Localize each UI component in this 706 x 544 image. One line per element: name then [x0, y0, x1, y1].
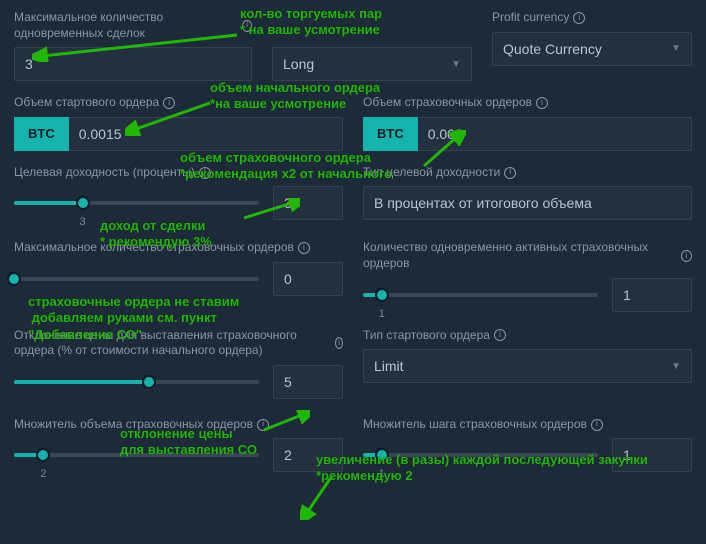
info-icon[interactable]: i — [573, 12, 585, 24]
info-icon[interactable]: i — [199, 167, 211, 179]
info-icon[interactable]: i — [257, 419, 269, 431]
volume-multiplier-input[interactable] — [273, 438, 343, 472]
chevron-down-icon: ▼ — [671, 361, 681, 372]
chevron-down-icon: ▼ — [671, 43, 681, 54]
target-profit-slider[interactable]: 3 — [14, 192, 259, 214]
step-multiplier-input[interactable] — [612, 438, 692, 472]
chevron-down-icon: ▼ — [451, 59, 461, 70]
slider-tick-label: 3 — [80, 216, 86, 228]
slider-tick-label: 2 — [40, 468, 46, 480]
currency-badge: BTC — [363, 117, 418, 151]
info-icon[interactable]: i — [298, 242, 310, 254]
volume-multiplier-slider[interactable]: 2 — [14, 444, 259, 466]
start-order-type-select[interactable]: Limit ▼ — [363, 349, 692, 383]
max-safety-slider[interactable] — [14, 268, 259, 290]
slider-tick-label: 1 — [379, 468, 385, 480]
direction-select[interactable]: Long ▼ — [272, 47, 472, 81]
max-deals-label: Максимальное количество одновременных сд… — [14, 10, 252, 41]
profit-currency-select[interactable]: Quote Currency ▼ — [492, 32, 692, 66]
info-icon[interactable]: i — [335, 337, 343, 349]
active-safety-input[interactable] — [612, 278, 692, 312]
target-profit-label: Целевая доходность (проценты) i — [14, 165, 343, 181]
currency-badge: BTC — [14, 117, 69, 151]
target-type-select[interactable]: В процентах от итогового объема — [363, 186, 692, 220]
deviation-input[interactable] — [273, 365, 343, 399]
target-type-label: Тип целевой доходности i — [363, 165, 692, 181]
profit-currency-label: Profit currency i — [492, 10, 692, 26]
start-volume-input[interactable] — [69, 117, 343, 151]
info-icon[interactable]: i — [536, 97, 548, 109]
start-volume-label: Объем стартового ордера i — [14, 95, 343, 111]
safety-volume-input[interactable] — [418, 117, 692, 151]
slider-tick-label: 1 — [379, 308, 385, 320]
deviation-slider[interactable] — [14, 371, 259, 393]
arrow-icon — [300, 472, 340, 520]
max-deals-input[interactable] — [14, 47, 252, 81]
active-safety-slider[interactable]: 1 — [363, 284, 598, 306]
safety-volume-label: Объем страховочных ордеров i — [363, 95, 692, 111]
max-safety-label: Максимальное количество страховочных орд… — [14, 240, 343, 256]
deviation-label: Отклонение цены для выставления страхово… — [14, 328, 343, 359]
step-multiplier-slider[interactable]: 1 — [363, 444, 598, 466]
active-safety-label: Количество одновременно активных страхов… — [363, 240, 692, 271]
target-profit-input[interactable] — [273, 186, 343, 220]
volume-multiplier-label: Множитель объема страховочных ордеров i — [14, 417, 343, 433]
info-icon[interactable]: i — [681, 250, 692, 262]
info-icon[interactable]: i — [494, 329, 506, 341]
info-icon[interactable]: i — [591, 419, 603, 431]
start-order-type-label: Тип стартового ордера i — [363, 328, 692, 344]
info-icon[interactable]: i — [242, 20, 252, 32]
step-multiplier-label: Множитель шага страховочных ордеров i — [363, 417, 692, 433]
info-icon[interactable]: i — [504, 167, 516, 179]
max-safety-input[interactable] — [273, 262, 343, 296]
info-icon[interactable]: i — [163, 97, 175, 109]
